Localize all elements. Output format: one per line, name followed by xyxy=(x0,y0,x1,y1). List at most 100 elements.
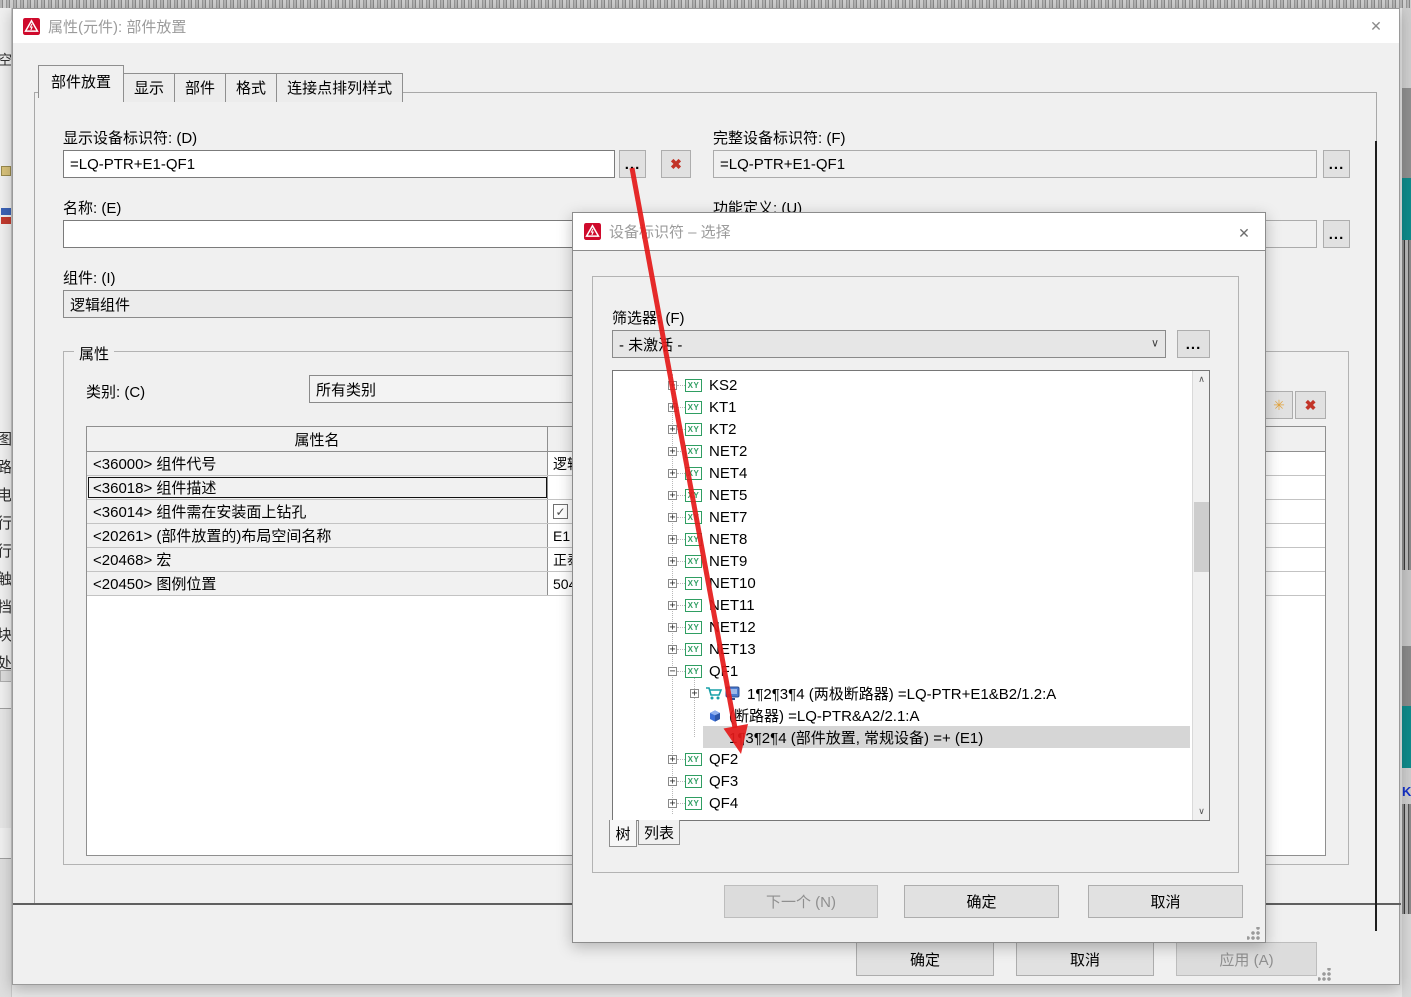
tab-part-placement[interactable]: 部件放置 xyxy=(38,65,124,98)
view-tab-tree[interactable]: 树 xyxy=(609,820,637,847)
right-strip-teal-block xyxy=(1402,706,1411,768)
property-name-cell[interactable]: <36018> 组件描述 xyxy=(87,476,548,499)
property-name-cell[interactable]: <20261> (部件放置的)布局空间名称 xyxy=(87,524,548,547)
xy-device-icon: XY xyxy=(685,445,702,458)
xy-device-icon: XY xyxy=(685,533,702,546)
background-app-left-strip: 空 图路电行行触挡块处 xyxy=(0,8,12,997)
tree-item-device[interactable]: +XYNET9 xyxy=(613,550,1209,572)
tree-item-device[interactable]: +XYKT2 xyxy=(613,418,1209,440)
left-strip-icon xyxy=(1,208,11,215)
tree-item-label: KT2 xyxy=(709,421,737,438)
tree-item-device[interactable]: +XYNET10 xyxy=(613,572,1209,594)
filter-more-button[interactable]: ... xyxy=(1177,330,1210,358)
selector-titlebar[interactable]: 设备标识符 – 选择 xyxy=(573,213,1265,251)
tab-connection-point[interactable]: 连接点排列样式 xyxy=(276,73,403,102)
expand-plus-icon[interactable]: + xyxy=(668,535,677,544)
tree-scrollbar[interactable]: ∧ ∨ xyxy=(1192,371,1209,820)
display-devtag-more-button[interactable]: ... xyxy=(619,150,646,178)
expand-plus-icon[interactable]: + xyxy=(668,425,677,434)
main-apply-button: 应用 (A) xyxy=(1176,942,1317,976)
component-select[interactable]: 逻辑组件 xyxy=(63,290,615,318)
expand-plus-icon[interactable]: + xyxy=(668,645,677,654)
tree-item-device[interactable]: +XYQF3 xyxy=(613,770,1209,792)
drill-checkbox[interactable]: ✓ xyxy=(553,504,568,519)
collapse-minus-icon[interactable]: − xyxy=(668,667,677,676)
selector-ok-button[interactable]: 确定 xyxy=(904,885,1059,918)
main-tab-strip: 部件放置 显示 部件 格式 连接点排列样式 xyxy=(38,67,402,100)
eplan-logo-icon xyxy=(584,223,601,240)
view-tab-list[interactable]: 列表 xyxy=(638,820,680,845)
tree-item-function[interactable]: 1¶3¶2¶4 (部件放置, 常规设备) =+ (E1) xyxy=(613,726,1209,748)
full-devtag-input: =LQ-PTR+E1-QF1 xyxy=(713,150,1317,178)
property-name-cell[interactable]: <36000> 组件代号 xyxy=(87,452,548,475)
main-dialog-titlebar[interactable]: 属性(元件): 部件放置 xyxy=(13,9,1399,43)
device-tree-listbox[interactable]: +XYKS2+XYKT1+XYKT2+XYNET2+XYNET4+XYNET5+… xyxy=(612,370,1210,821)
main-resize-grip[interactable] xyxy=(1318,968,1331,981)
display-devtag-input[interactable]: =LQ-PTR+E1-QF1 xyxy=(63,150,615,178)
expand-plus-icon[interactable]: + xyxy=(668,601,677,610)
function-def-more-button[interactable]: ... xyxy=(1323,220,1350,248)
expand-plus-icon[interactable]: + xyxy=(668,755,677,764)
expand-plus-icon[interactable]: + xyxy=(690,689,699,698)
left-strip-icon xyxy=(1,166,11,176)
filter-select[interactable]: - 未激活 - ∨ xyxy=(612,330,1166,358)
tab-format[interactable]: 格式 xyxy=(225,73,277,102)
delete-property-button[interactable]: ✖ xyxy=(1295,391,1326,419)
expand-plus-icon[interactable]: + xyxy=(668,557,677,566)
tree-item-device[interactable]: +XYQF2 xyxy=(613,748,1209,770)
xy-device-icon: XY xyxy=(685,401,702,414)
display-devtag-label: 显示设备标识符: (D) xyxy=(63,127,197,148)
expand-plus-icon[interactable]: + xyxy=(668,579,677,588)
tree-item-device[interactable]: +XYNET7 xyxy=(613,506,1209,528)
tab-part[interactable]: 部件 xyxy=(174,73,226,102)
tree-item-device[interactable]: +XYNET4 xyxy=(613,462,1209,484)
tree-item-device-expanded[interactable]: −XYQF1 xyxy=(613,660,1209,682)
expand-plus-icon[interactable]: + xyxy=(668,469,677,478)
tree-item-function[interactable]: (断路器) =LQ-PTR&A2/2.1:A xyxy=(613,704,1209,726)
expand-plus-icon[interactable]: + xyxy=(668,513,677,522)
xy-device-icon: XY xyxy=(685,489,702,502)
property-name-header[interactable]: 属性名 xyxy=(87,427,548,451)
right-strip-char: K xyxy=(1402,784,1411,799)
tree-item-function[interactable]: +1¶2¶3¶4 (两极断路器) =LQ-PTR+E1&B2/1.2:A xyxy=(613,682,1209,704)
property-name-cell[interactable]: <20450> 图例位置 xyxy=(87,572,548,595)
chevron-down-icon: ∨ xyxy=(1151,336,1159,349)
right-strip-teal-block xyxy=(1402,178,1411,240)
property-name-cell[interactable]: <36014> 组件需在安装面上钻孔 xyxy=(87,500,548,523)
tree-item-device[interactable]: +XYNET8 xyxy=(613,528,1209,550)
tree-item-device[interactable]: +XYNET12 xyxy=(613,616,1209,638)
expand-plus-icon[interactable]: + xyxy=(668,447,677,456)
property-name-cell[interactable]: <20468> 宏 xyxy=(87,548,548,571)
display-devtag-clear-button[interactable]: ✖ xyxy=(661,150,691,178)
main-cancel-button[interactable]: 取消 xyxy=(1016,942,1154,976)
tree-item-device[interactable]: +XYNET11 xyxy=(613,594,1209,616)
tree-item-device[interactable]: +XYKT1 xyxy=(613,396,1209,418)
expand-plus-icon[interactable]: + xyxy=(668,777,677,786)
main-ok-button[interactable]: 确定 xyxy=(856,942,994,976)
expand-plus-icon[interactable]: + xyxy=(668,799,677,808)
expand-plus-icon[interactable]: + xyxy=(668,623,677,632)
full-devtag-more-button[interactable]: ... xyxy=(1323,150,1350,178)
expand-plus-icon[interactable]: + xyxy=(668,381,677,390)
tree-item-device[interactable]: +XYKS2 xyxy=(613,374,1209,396)
tree-item-device[interactable]: +XYNET13 xyxy=(613,638,1209,660)
device-icon xyxy=(725,686,740,700)
tab-display[interactable]: 显示 xyxy=(123,73,175,102)
cart-icon xyxy=(705,686,723,701)
new-property-button[interactable]: ✳ xyxy=(1265,391,1293,419)
tree-item-device[interactable]: +XYNET5 xyxy=(613,484,1209,506)
tree-item-device[interactable]: +XYQF4 xyxy=(613,792,1209,814)
filter-label: 筛选器: (F) xyxy=(612,307,685,328)
selector-close-icon[interactable]: ✕ xyxy=(1229,220,1259,246)
scroll-up-icon[interactable]: ∧ xyxy=(1193,371,1210,388)
selector-cancel-button[interactable]: 取消 xyxy=(1088,885,1243,918)
scrollbar-thumb[interactable] xyxy=(1194,502,1209,572)
scroll-down-icon[interactable]: ∨ xyxy=(1193,803,1210,820)
name-input[interactable] xyxy=(63,220,615,248)
tree-item-device[interactable]: +XYNET2 xyxy=(613,440,1209,462)
selector-resize-grip[interactable] xyxy=(1247,927,1260,940)
component-label: 组件: (I) xyxy=(63,267,116,288)
expand-plus-icon[interactable]: + xyxy=(668,491,677,500)
main-close-icon[interactable]: ✕ xyxy=(1361,13,1391,39)
expand-plus-icon[interactable]: + xyxy=(668,403,677,412)
